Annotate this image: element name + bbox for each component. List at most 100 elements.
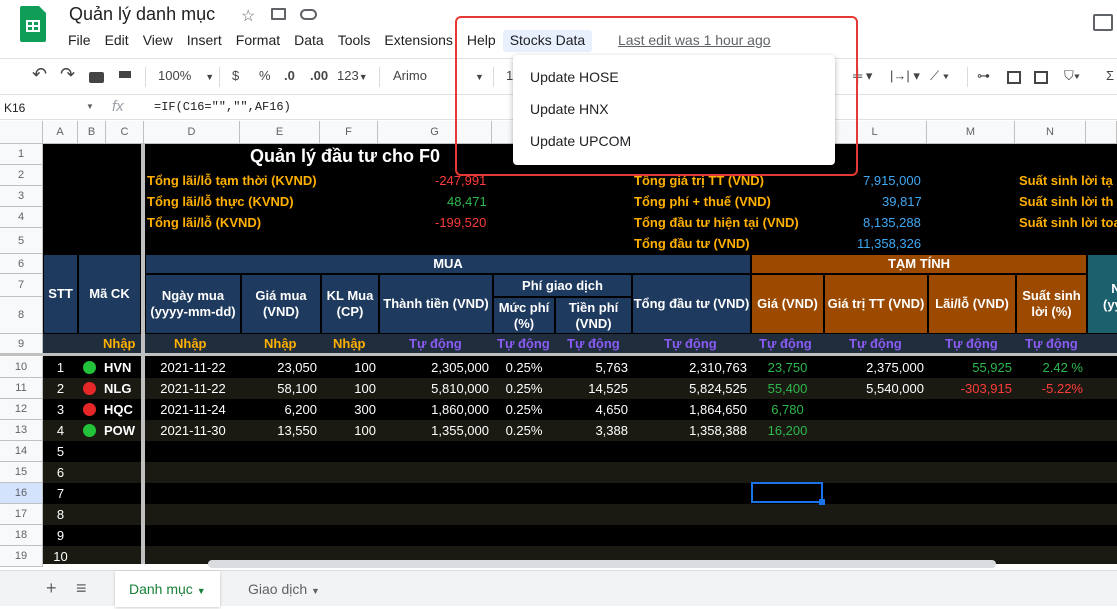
hint-tu-dong: Tự động — [945, 336, 998, 351]
menu-extensions[interactable]: Extensions — [377, 30, 459, 52]
comment-history-icon[interactable] — [1093, 14, 1113, 31]
header-kl-mua: KL Mua (CP) — [321, 274, 379, 334]
cell-fee-rate: 0.25% — [505, 423, 543, 438]
select-all-corner[interactable] — [0, 121, 43, 144]
percent-format-button[interactable]: % — [259, 68, 271, 83]
row-header-6[interactable]: 6 — [0, 254, 43, 274]
row-header-17[interactable]: 17 — [0, 504, 43, 525]
table-row[interactable] — [43, 441, 1117, 462]
row-header-14[interactable]: 14 — [0, 441, 43, 462]
tab-menu-icon[interactable]: ▼ — [197, 586, 206, 596]
table-row[interactable] — [43, 504, 1117, 525]
summary-value: 8,135,288 — [863, 215, 921, 230]
header-muc-phi: Mức phí (%) — [493, 297, 555, 334]
summary-value: -199,520 — [435, 215, 487, 230]
column-header-d[interactable]: D — [144, 121, 240, 144]
move-folder-icon[interactable] — [271, 8, 286, 20]
tab-danh-muc[interactable]: Danh mục ▼ — [115, 571, 220, 607]
star-icon[interactable]: ☆ — [241, 6, 255, 26]
table-row[interactable] — [43, 525, 1117, 546]
row-header-10[interactable]: 10 — [0, 357, 43, 378]
fx-icon: fx — [112, 98, 124, 115]
row-header-4[interactable]: 4 — [0, 207, 43, 228]
menu-tools[interactable]: Tools — [331, 30, 378, 52]
summary-label: Tổng đầu tư hiện tại (VND) — [634, 215, 799, 230]
row-header-16[interactable]: 16 — [0, 483, 43, 504]
row-header-5[interactable]: 5 — [0, 228, 43, 254]
insert-chart-icon[interactable] — [1034, 71, 1048, 84]
zoom-select[interactable]: 100% ▼ — [158, 68, 214, 83]
text-wrap-icon[interactable]: |→| ▾ — [890, 68, 920, 84]
cell-code: HQC — [104, 402, 133, 417]
cell-date: 2021-11-30 — [160, 423, 226, 438]
all-sheets-button[interactable]: ≡ — [76, 578, 87, 599]
print-icon[interactable] — [89, 72, 104, 83]
menu-data[interactable]: Data — [287, 30, 331, 52]
summary-value: 39,817 — [882, 194, 922, 209]
undo-icon[interactable]: ↶ — [32, 64, 47, 85]
menu-edit[interactable]: Edit — [98, 30, 136, 52]
sheets-logo-icon[interactable] — [20, 6, 46, 42]
row-header-3[interactable]: 3 — [0, 186, 43, 207]
row-header-1[interactable]: 1 — [0, 144, 43, 165]
currency-format-button[interactable]: $ — [232, 68, 239, 83]
hint-tu-dong: Tự động — [759, 336, 812, 351]
tab-menu-icon[interactable]: ▼ — [311, 586, 320, 596]
selected-cell-k16[interactable] — [751, 482, 825, 505]
row-header-9[interactable]: 9 — [0, 334, 43, 354]
insert-link-icon[interactable]: ⊶ — [977, 68, 990, 84]
column-header-o[interactable] — [1086, 121, 1117, 144]
frozen-row-divider[interactable] — [0, 353, 1117, 356]
row-header-11[interactable]: 11 — [0, 378, 43, 399]
cell-code: HVN — [104, 360, 132, 375]
horizontal-scrollbar[interactable] — [208, 560, 996, 568]
filter-icon[interactable]: ⛉▾ — [1064, 68, 1080, 84]
increase-decimal-button[interactable]: .00 — [310, 68, 328, 83]
row-header-2[interactable]: 2 — [0, 165, 43, 186]
menu-format[interactable]: Format — [229, 30, 287, 52]
column-header-e[interactable]: E — [240, 121, 320, 144]
cell-invest: 2,310,763 — [689, 360, 747, 375]
more-formats-button[interactable]: 123▼ — [337, 68, 368, 83]
row-header-15[interactable]: 15 — [0, 462, 43, 483]
formula-input[interactable]: =IF(C16="","",AF16) — [154, 100, 291, 114]
column-header-m[interactable]: M — [927, 121, 1015, 144]
hint-tu-dong: Tự động — [664, 336, 717, 351]
row-header-7[interactable]: 7 — [0, 274, 43, 297]
name-box-dropdown-icon[interactable]: ▼ — [86, 102, 94, 111]
menu-insert[interactable]: Insert — [180, 30, 229, 52]
table-row[interactable] — [43, 483, 1117, 504]
tab-giao-dich[interactable]: Giao dịch ▼ — [234, 571, 334, 607]
row-header-18[interactable]: 18 — [0, 525, 43, 546]
redo-icon[interactable]: ↷ — [60, 64, 75, 85]
cell-qty: 100 — [354, 381, 376, 396]
text-rotation-icon[interactable]: ⟋ ▾ — [930, 68, 949, 84]
column-header-b[interactable]: B — [78, 121, 106, 144]
cell-invest: 1,358,388 — [689, 423, 747, 438]
summary-label: Tổng lãi/lỗ (KVND) — [147, 215, 262, 230]
hint-tu-dong: Tự động — [567, 336, 620, 351]
menu-file[interactable]: File — [61, 30, 98, 52]
column-header-c[interactable]: C — [106, 121, 144, 144]
column-header-f[interactable]: F — [320, 121, 378, 144]
column-header-n[interactable]: N — [1015, 121, 1086, 144]
insert-comment-icon[interactable] — [1007, 71, 1021, 84]
column-header-a[interactable]: A — [43, 121, 78, 144]
header-tam-tinh: TẠM TÍNH — [751, 254, 1087, 274]
cell-stt: 10 — [53, 549, 68, 564]
decrease-decimal-button[interactable]: .0 — [284, 68, 295, 83]
cloud-status-icon[interactable] — [300, 9, 317, 20]
header-tong-dau-tu: Tổng đầu tư (VND) — [632, 274, 751, 334]
row-header-19[interactable]: 19 — [0, 546, 43, 567]
table-row[interactable] — [43, 462, 1117, 483]
functions-icon[interactable]: Σ — [1106, 68, 1114, 83]
row-header-8[interactable]: 8 — [0, 297, 43, 334]
add-sheet-button[interactable]: + — [46, 578, 57, 599]
row-header-12[interactable]: 12 — [0, 399, 43, 420]
row-header-13[interactable]: 13 — [0, 420, 43, 441]
paint-format-icon[interactable] — [119, 71, 131, 78]
menu-view[interactable]: View — [136, 30, 180, 52]
name-box[interactable]: K16 — [4, 101, 25, 115]
cell-fee: 5,763 — [595, 360, 628, 375]
document-title[interactable]: Quản lý danh mục — [69, 4, 215, 25]
